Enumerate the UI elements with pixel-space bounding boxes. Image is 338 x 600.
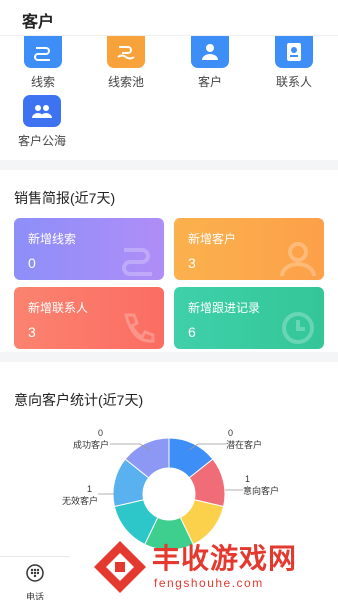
stat-value: 6 [188,324,196,340]
page-title: 客户 [22,14,55,31]
menu-item-customer-sea[interactable]: 客户公海 [12,95,72,149]
customer-watermark-icon [280,242,316,276]
slice-name-label: 无效客户 [62,495,98,506]
clue-icon [24,36,62,68]
sales-section-title: 销售简报(近7天) [14,190,116,206]
slice-name-label: 潜在客户 [226,439,262,450]
watermark-cn-text: 丰收游戏网 [152,543,298,574]
stat-new-clues[interactable]: 新增线索 0 [14,218,164,280]
customer-icon [191,36,229,68]
slice-value-label: 0 [228,428,233,438]
stat-label: 新增客户 [188,232,237,246]
menu-item-clue-pool[interactable]: 线索池 [96,36,156,90]
menu-grid: 线索 线索池 客户 联系人 客户公海 [0,36,338,160]
stat-new-followups[interactable]: 新增跟进记录 6 [174,287,324,349]
slice-name-label: 意向客户 [243,485,279,496]
menu-item-contact[interactable]: 联系人 [264,36,324,90]
menu-label: 线索 [30,75,55,89]
contact-card-icon [275,36,313,68]
customer-sea-icon [23,95,61,127]
slice-name-label: 成功客户 [73,439,109,450]
menu-label: 线索池 [107,75,144,89]
stat-new-contacts[interactable]: 新增联系人 3 [14,287,164,349]
sales-briefing-card: 销售简报(近7天) 新增线索 0 新增客户 3 新增联系人 3 新增跟进记录 6 [0,170,338,352]
slice-value-label: 1 [245,474,250,484]
stat-label: 新增跟进记录 [188,301,261,315]
menu-item-customer[interactable]: 客户 [180,36,240,90]
slice-value-label: 0 [98,428,103,438]
clue-pool-icon [107,36,145,68]
watermark-logo-icon [94,541,146,593]
bottom-tabbar: 电话 [0,556,70,600]
slice-value-label: 1 [87,484,92,494]
phone-keypad-icon[interactable] [25,563,45,583]
clock-watermark-icon [282,312,314,344]
tab-phone-label[interactable]: 电话 [0,590,70,600]
menu-label: 客户 [197,75,222,89]
app-header: 客户 [0,0,338,36]
phone-watermark-icon [124,313,155,343]
menu-label: 联系人 [275,75,312,89]
stat-label: 新增联系人 [28,301,89,315]
stat-value: 0 [28,255,36,271]
stat-label: 新增线索 [28,232,77,246]
menu-item-clue[interactable]: 线索 [13,36,73,90]
watermark-en-text: fengshouhe.com [154,576,264,590]
stat-new-customers[interactable]: 新增客户 3 [174,218,324,280]
stat-value: 3 [188,255,196,271]
clue-watermark-icon [122,248,152,276]
stat-value: 3 [28,324,36,340]
menu-label: 客户公海 [17,134,66,148]
intent-section-title: 意向客户统计(近7天) [14,392,144,408]
site-watermark: 丰收游戏网 fengshouhe.com [92,535,338,600]
